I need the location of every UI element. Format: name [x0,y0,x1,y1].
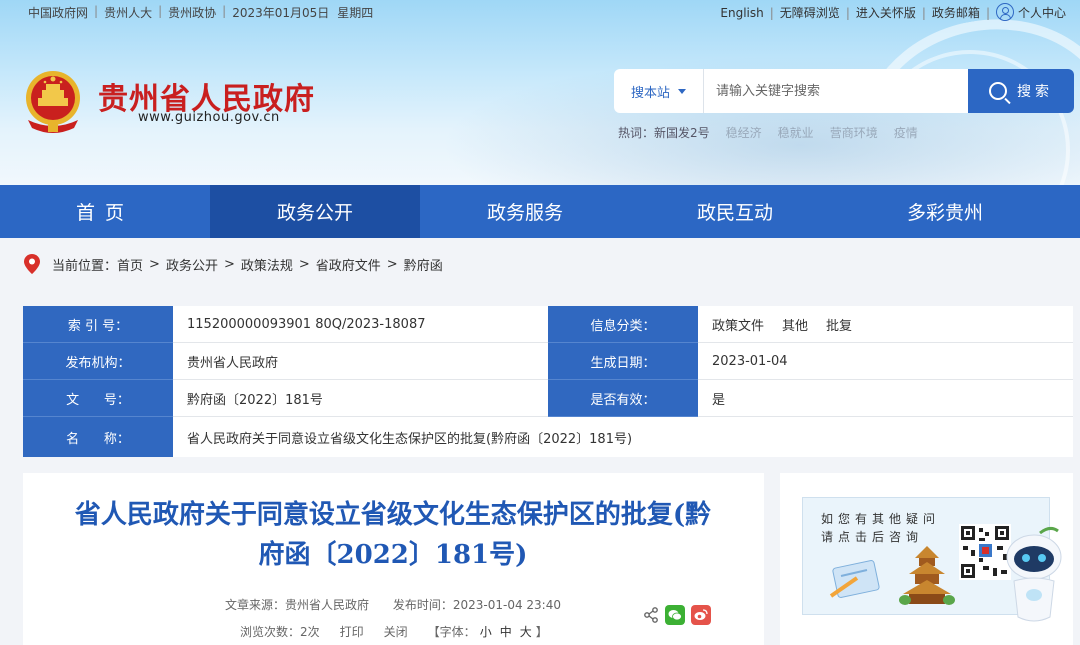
name-label: 名 称： [23,417,173,457]
robot-assistant-icon[interactable] [1004,525,1062,625]
index-label: 索 引 号： [23,306,173,343]
table-row: 名 称： 省人民政府关于同意设立省级文化生态保护区的批复(黔府函〔2022〕18… [23,417,1073,457]
link-gov-mail[interactable]: 政务邮箱 [932,4,980,21]
hot-word[interactable]: 疫情 [894,124,918,141]
table-row: 发布机构： 贵州省人民政府 生成日期： 2023-01-04 [23,343,1073,380]
link-gov-cn[interactable]: 中国政府网 [28,4,88,21]
link-user-center[interactable]: 个人中心 [1018,4,1066,21]
link-accessibility[interactable]: 无障碍浏览 [780,4,840,21]
document-info-table: 索 引 号： 115200000093901 80Q/2023-18087 信息… [23,306,1073,457]
valid-value: 是 [698,380,1073,417]
hot-words-label: 热词： [618,126,655,140]
font-size-medium[interactable]: 中 [500,625,512,639]
breadcrumb-label: 当前位置： [52,258,118,274]
search-input[interactable] [704,69,968,113]
breadcrumb-item[interactable]: 首页 [117,255,143,274]
valid-label: 是否有效： [548,380,698,417]
breadcrumb-item[interactable]: 政务公开 [166,255,218,274]
header-banner: 中国政府网 | 贵州人大 | 贵州政协 | 2023年01月05日 星期四 En… [0,0,1080,185]
top-bar: 中国政府网 | 贵州人大 | 贵州政协 | 2023年01月05日 星期四 En… [28,2,1066,21]
document-icon [829,560,880,598]
consult-line1: 如您有其他疑问 [821,512,941,526]
search-box: 搜本站 搜索 [614,69,1074,113]
font-size-small[interactable]: 小 [480,625,492,639]
print-button[interactable]: 打印 [340,623,364,640]
main-nav: 首页 政务公开 政务服务 政民互动 多彩贵州 [0,185,1080,238]
index-value: 115200000093901 80Q/2023-18087 [173,306,548,343]
hot-word[interactable]: 稳就业 [778,124,814,141]
chevron-down-icon [678,88,686,94]
table-row: 索 引 号： 115200000093901 80Q/2023-18087 信息… [23,306,1073,343]
article-publish-time: 发布时间：2023-01-04 23:40 [392,598,561,612]
article-meta: 文章来源：贵州省人民政府 发布时间：2023-01-04 23:40 [225,596,561,613]
weibo-share-icon[interactable] [691,605,711,625]
share-icon[interactable] [643,607,659,623]
docno-value: 黔府函〔2022〕181号 [173,380,548,417]
hot-words: 热词： 新国发2号 稳经济 稳就业 营商环境 疫情 [618,124,934,141]
date-label: 生成日期： [548,343,698,380]
breadcrumb-item[interactable]: 黔府函 [404,255,443,274]
site-url: www.guizhou.gov.cn [138,110,280,125]
nav-colorful-guizhou[interactable]: 多彩贵州 [840,185,1050,238]
breadcrumb-item[interactable]: 省政府文件 [316,255,381,274]
font-size-controls: 【字体：小中大】 [427,625,548,639]
hot-word[interactable]: 稳经济 [726,124,762,141]
publisher-label: 发布机构： [23,343,173,380]
location-pin-icon [24,254,40,274]
article-panel: 省人民政府关于同意设立省级文化生态保护区的批复(黔府函〔2022〕181号) 文… [23,473,764,645]
current-weekday: 星期四 [337,6,374,20]
share-bar [643,605,711,625]
link-elderly-mode[interactable]: 进入关怀版 [856,4,916,21]
link-guizhou-npc[interactable]: 贵州人大 [104,4,152,21]
link-english[interactable]: English [720,6,763,20]
pavilion-icon [899,546,955,605]
nav-public-interaction[interactable]: 政民互动 [630,185,840,238]
breadcrumb-item[interactable]: 政策法规 [241,255,293,274]
article-views: 浏览次数：2次 [240,625,320,639]
category-value: 政策文件 其他 批复 [698,306,1073,343]
national-emblem-icon [26,71,80,133]
table-row: 文 号： 黔府函〔2022〕181号 是否有效： 是 [23,380,1073,417]
close-button[interactable]: 关闭 [384,623,408,640]
hot-word[interactable]: 营商环境 [830,124,878,141]
docno-label: 文 号： [23,380,173,417]
hot-word[interactable]: 新国发2号 [654,124,710,141]
date-value: 2023-01-04 [698,343,1073,380]
article-title: 省人民政府关于同意设立省级文化生态保护区的批复(黔府函〔2022〕181号) [74,500,712,570]
current-date: 2023年01月05日 [232,6,330,20]
user-icon[interactable] [995,2,1014,21]
article-tools: 浏览次数：2次 打印 关闭 【字体：小中大】 [240,623,548,640]
search-button[interactable]: 搜索 [968,69,1074,113]
wechat-share-icon[interactable] [665,605,685,625]
link-guizhou-cppcc[interactable]: 贵州政协 [168,4,216,21]
breadcrumb: 当前位置： 首页 > 政务公开 > 政策法规 > 省政府文件 > 黔府函 [24,254,443,274]
search-icon [989,82,1007,100]
nav-gov-affairs-open[interactable]: 政务公开 [210,185,420,238]
publisher-value: 贵州省人民政府 [173,343,548,380]
search-scope-select[interactable]: 搜本站 [614,69,704,113]
name-value: 省人民政府关于同意设立省级文化生态保护区的批复(黔府函〔2022〕181号) [187,431,633,447]
category-label: 信息分类： [548,306,698,343]
nav-home[interactable]: 首页 [0,185,210,238]
side-panel: 如您有其他疑问 请点击后咨询 [780,473,1073,645]
article-source: 文章来源：贵州省人民政府 [225,598,370,612]
font-size-large[interactable]: 大 [520,625,532,639]
nav-gov-services[interactable]: 政务服务 [420,185,630,238]
